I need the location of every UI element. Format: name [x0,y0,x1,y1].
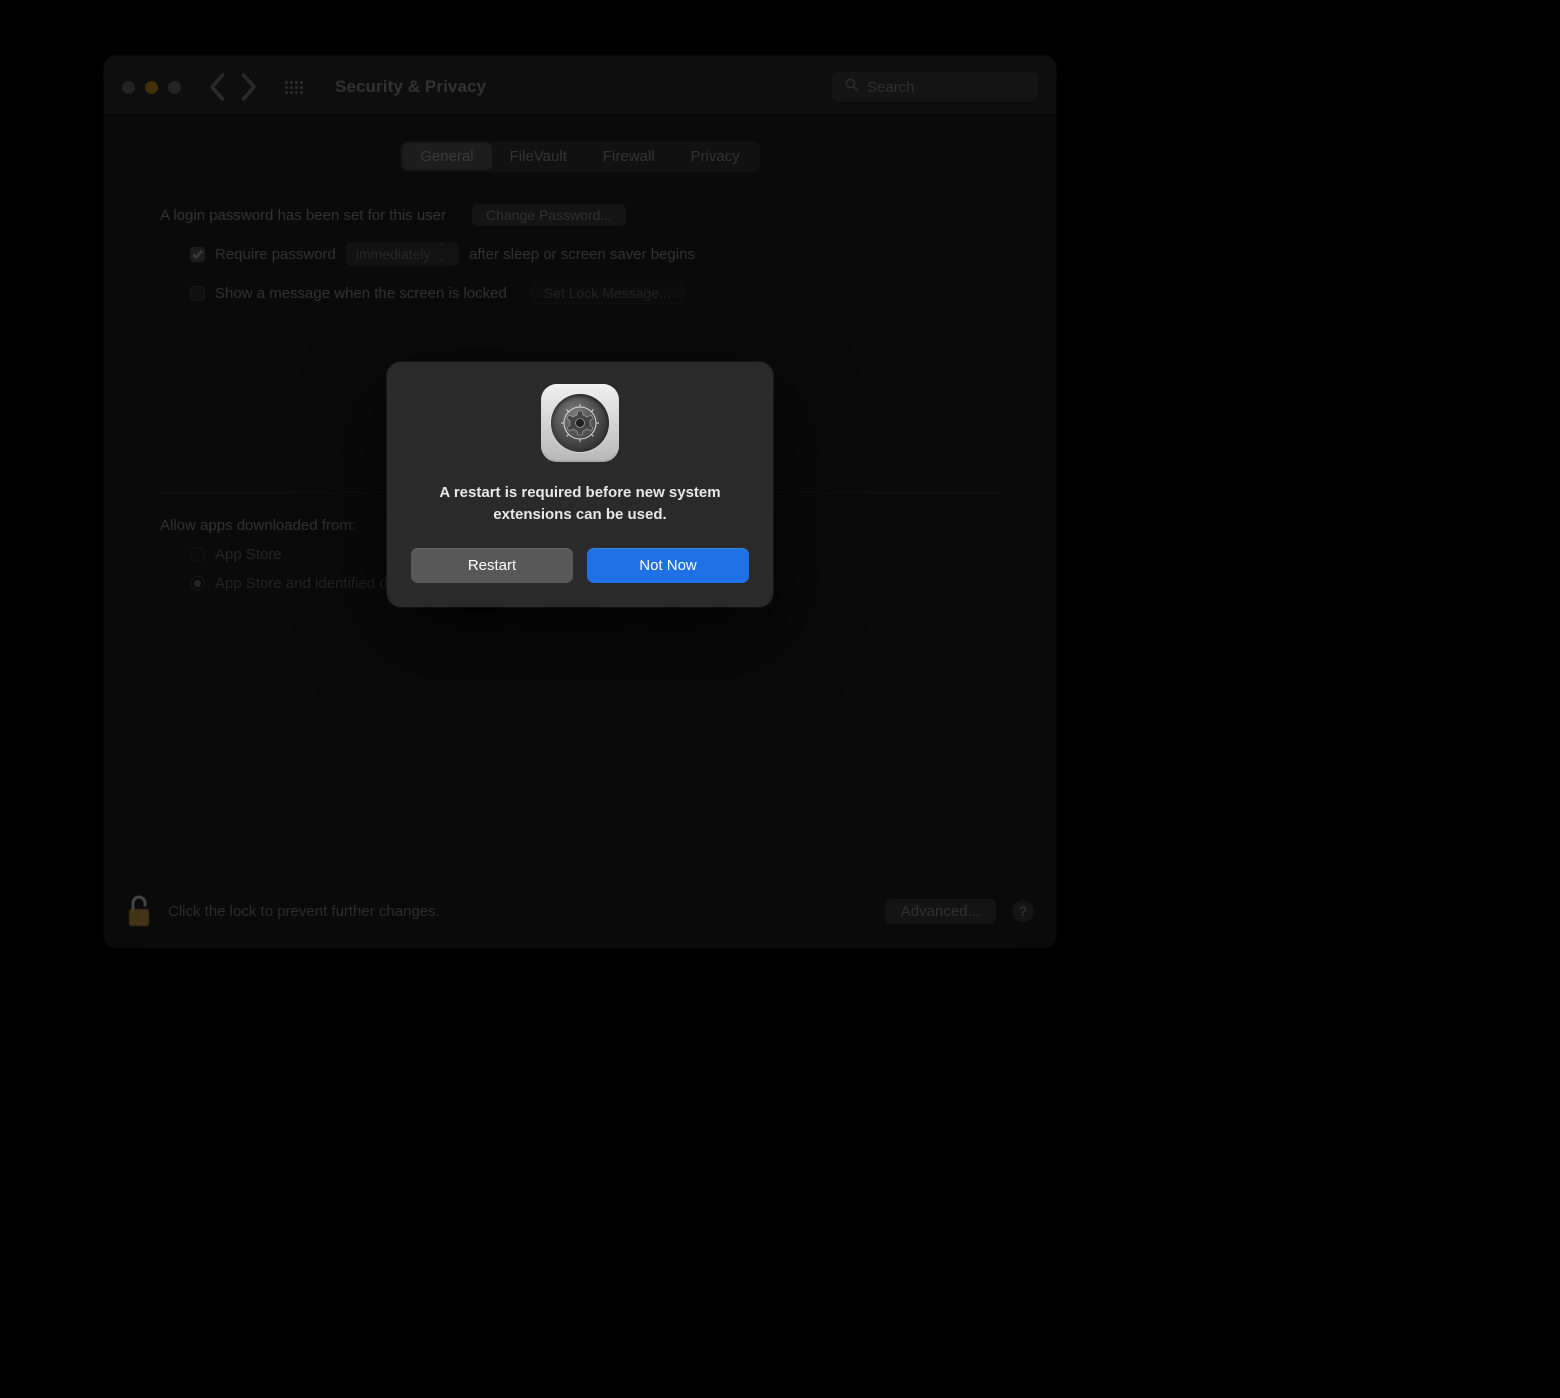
radio-app-store-identified[interactable] [190,576,205,591]
password-delay-value: immediately [356,246,431,262]
tab-privacy[interactable]: Privacy [673,143,758,170]
login-password-label: A login password has been set for this u… [160,207,446,224]
system-preferences-icon [541,384,619,462]
advanced-button[interactable]: Advanced... [885,899,996,924]
lock-icon[interactable] [126,894,152,928]
password-delay-select[interactable]: immediately ⌃⌄ [346,242,459,266]
tab-general[interactable]: General [402,143,491,170]
system-preferences-window: Security & Privacy General FileVault Fir… [104,56,1056,948]
titlebar: Security & Privacy [104,56,1056,115]
restart-button[interactable]: Restart [411,548,573,583]
traffic-lights [122,81,181,94]
radio-app-store-label: App Store [215,546,282,563]
help-button[interactable]: ? [1012,900,1034,922]
search-input[interactable] [867,79,1026,96]
tabs: General FileVault Firewall Privacy [104,115,1056,182]
search-icon [844,77,859,97]
forward-button[interactable] [239,78,257,96]
require-password-checkbox[interactable] [190,247,205,262]
after-sleep-label: after sleep or screen saver begins [469,246,695,263]
show-message-checkbox[interactable] [190,286,205,301]
chevron-updown-icon: ⌃⌄ [437,244,445,264]
show-all-button[interactable] [285,81,303,94]
radio-app-store[interactable] [190,547,205,562]
close-window-button[interactable] [122,81,135,94]
zoom-window-button[interactable] [168,81,181,94]
not-now-button[interactable]: Not Now [587,548,749,583]
dialog-message: A restart is required before new system … [411,482,749,526]
restart-required-dialog: A restart is required before new system … [387,362,773,607]
back-button[interactable] [209,78,227,96]
tab-firewall[interactable]: Firewall [585,143,673,170]
tab-filevault[interactable]: FileVault [492,143,585,170]
minimize-window-button[interactable] [145,81,158,94]
search-field[interactable] [832,72,1038,102]
set-lock-message-button[interactable]: Set Lock Message... [531,282,684,304]
require-password-label: Require password [215,246,336,263]
show-message-label: Show a message when the screen is locked [215,285,507,302]
change-password-button[interactable]: Change Password... [472,204,626,226]
footer: Click the lock to prevent further change… [104,878,1056,948]
window-title: Security & Privacy [335,77,486,97]
lock-help-text: Click the lock to prevent further change… [168,903,440,920]
nav-buttons [209,78,257,96]
